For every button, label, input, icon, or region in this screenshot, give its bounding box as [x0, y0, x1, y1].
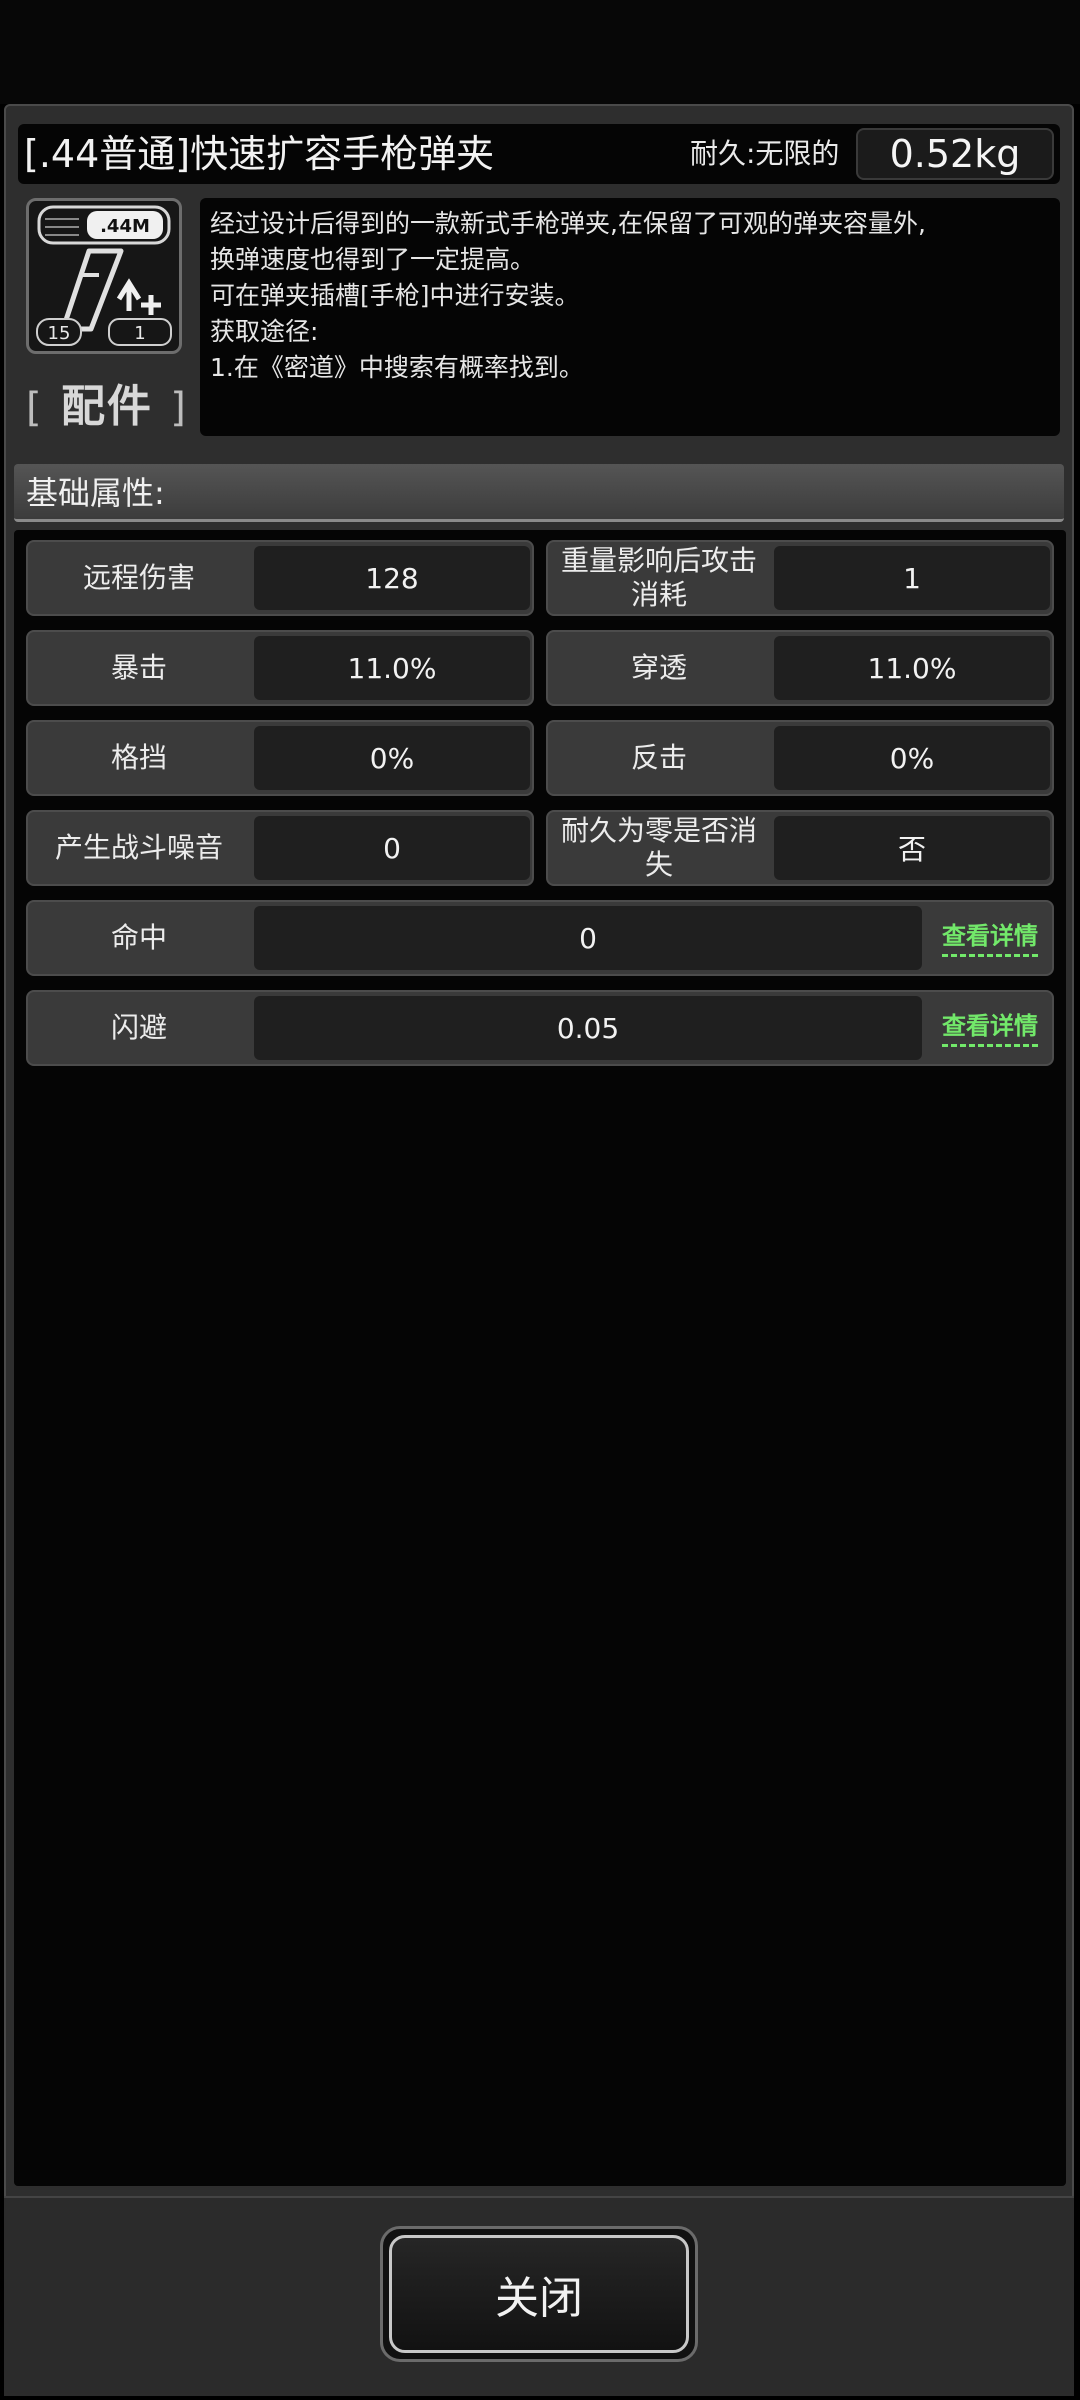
stat-value: 0: [254, 816, 530, 880]
stat-label: 暴击: [110, 651, 167, 684]
icon-count-left: 15: [48, 323, 71, 344]
stat-label: 远程伤害: [82, 561, 195, 594]
description-line: 换弹速度也得到了一定提高。: [210, 245, 536, 274]
weight-badge: 0.52kg: [856, 128, 1054, 180]
stat-value: 11.0%: [254, 636, 530, 700]
stat-label: 穿透: [630, 651, 687, 684]
top-bar: [0, 0, 1080, 104]
stat-noise: 产生战斗噪音 0: [26, 810, 534, 886]
stat-label: 产生战斗噪音: [54, 831, 223, 864]
stat-value: 0.05: [254, 996, 922, 1060]
stat-pierce: 穿透 11.0%: [546, 630, 1054, 706]
hit-details-link[interactable]: 查看详情: [942, 920, 1038, 957]
stat-counter: 反击 0%: [546, 720, 1054, 796]
item-title: [.44普通]快速扩容手枪弹夹: [24, 132, 495, 176]
section-title: 基础属性:: [26, 474, 165, 512]
stat-value: 否: [774, 816, 1050, 880]
magazine-badge-text: .44M: [100, 216, 150, 237]
category-label: 配件: [60, 381, 153, 432]
stat-value: 0: [254, 906, 922, 970]
category-bracket-open: [: [26, 385, 44, 431]
stat-value: 128: [254, 546, 530, 610]
category-bracket-close: ]: [170, 385, 188, 431]
icon-count-right: 1: [134, 323, 145, 344]
stat-value: 0%: [774, 726, 1050, 790]
close-button-label: 关闭: [389, 2235, 689, 2353]
stat-label: 格挡: [110, 741, 167, 774]
stat-attack-cost: 重量影响后攻击消耗 1: [546, 540, 1054, 616]
stat-label: 重量影响后攻击消耗: [560, 544, 757, 611]
stat-vanish: 耐久为零是否消失 否: [546, 810, 1054, 886]
stat-label: 命中: [110, 921, 167, 954]
item-description: 经过设计后得到的一款新式手枪弹夹,在保留了可观的弹夹容量外, 换弹速度也得到了一…: [200, 198, 1060, 436]
stat-block: 格挡 0%: [26, 720, 534, 796]
stat-value: 1: [774, 546, 1050, 610]
stat-hit: 命中 0 查看详情: [26, 900, 1054, 976]
stat-ranged-damage: 远程伤害 128: [26, 540, 534, 616]
stat-value: 0%: [254, 726, 530, 790]
section-header: [14, 464, 1064, 522]
item-category: [ 配件 ]: [26, 370, 186, 434]
stat-label: 闪避: [110, 1011, 167, 1044]
stat-dodge: 闪避 0.05 查看详情: [26, 990, 1054, 1066]
stat-label: 耐久为零是否消失: [560, 814, 757, 881]
pistol-magazine-icon: .44M 15 1: [26, 198, 182, 354]
description-line: 1.在《密道》中搜索有概率找到。: [210, 353, 584, 382]
durability-text: 耐久:无限的: [690, 137, 840, 170]
description-line: 获取途径:: [210, 317, 319, 346]
stat-value: 11.0%: [774, 636, 1050, 700]
stat-label: 反击: [630, 741, 687, 774]
description-line: 可在弹夹插槽[手枪]中进行安装。: [210, 281, 580, 310]
dodge-details-link[interactable]: 查看详情: [942, 1010, 1038, 1047]
stat-crit: 暴击 11.0%: [26, 630, 534, 706]
description-line: 经过设计后得到的一款新式手枪弹夹,在保留了可观的弹夹容量外,: [210, 209, 926, 238]
close-button[interactable]: 关闭: [380, 2226, 698, 2362]
